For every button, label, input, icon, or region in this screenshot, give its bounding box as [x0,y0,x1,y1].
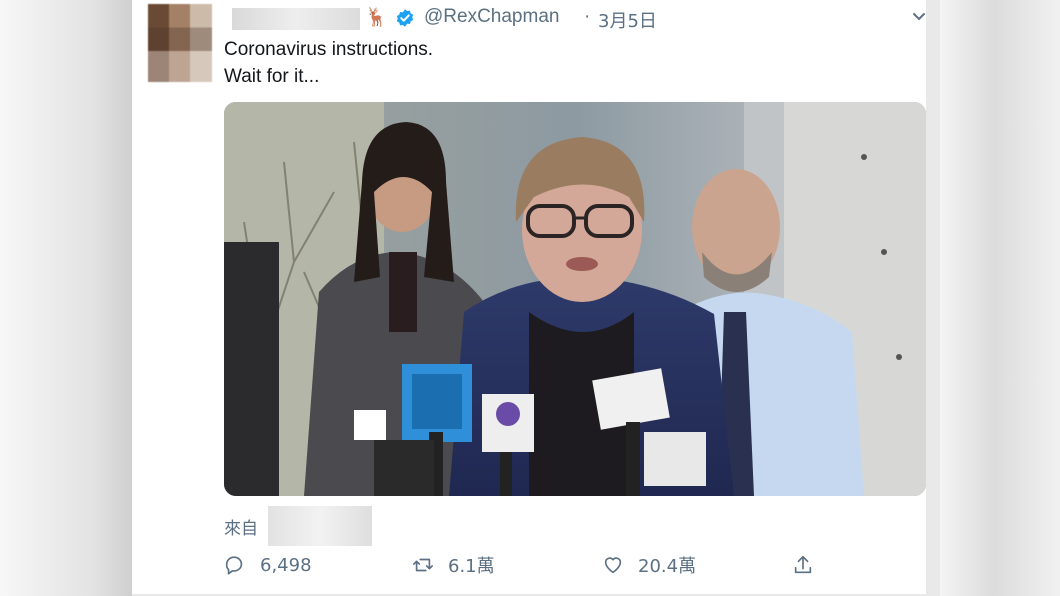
user-handle[interactable]: @RexChapman [424,6,559,28]
tweet-text: Coronavirus instructions. Wait for it... [224,36,433,90]
santa-emoji-icon: 🦌 [365,7,388,27]
like-count: 20.4萬 [638,556,697,577]
tweet-date[interactable]: 3月5日 [598,7,657,33]
reply-button[interactable]: 6,498 [224,550,312,580]
retweet-icon [413,558,433,572]
source-redacted[interactable] [268,506,372,546]
share-icon [794,555,812,574]
verified-badge-icon [396,9,414,27]
display-name-redacted[interactable] [232,8,360,30]
heart-icon [604,557,622,574]
separator-dot: · [584,6,591,27]
tweet-text-line-2: Wait for it... [224,66,320,87]
reply-icon [225,556,243,575]
tweet-text-line-1: Coronavirus instructions. [224,39,434,60]
avatar[interactable] [148,4,212,82]
share-button[interactable] [792,550,828,580]
tweet-video[interactable] [224,102,926,496]
background-right [940,0,1060,596]
tweet-card[interactable]: 🦌 @RexChapman · 3月5日 Coronavirus instruc… [132,0,926,594]
reply-count: 6,498 [260,554,312,576]
chevron-down-icon[interactable] [912,12,926,22]
like-button[interactable]: 20.4萬 [602,550,696,580]
video-frame [224,102,926,496]
retweet-count: 6.1萬 [448,556,495,577]
retweet-button[interactable]: 6.1萬 [412,550,495,580]
background-left [0,0,132,596]
source-label: 來自 [224,519,258,539]
